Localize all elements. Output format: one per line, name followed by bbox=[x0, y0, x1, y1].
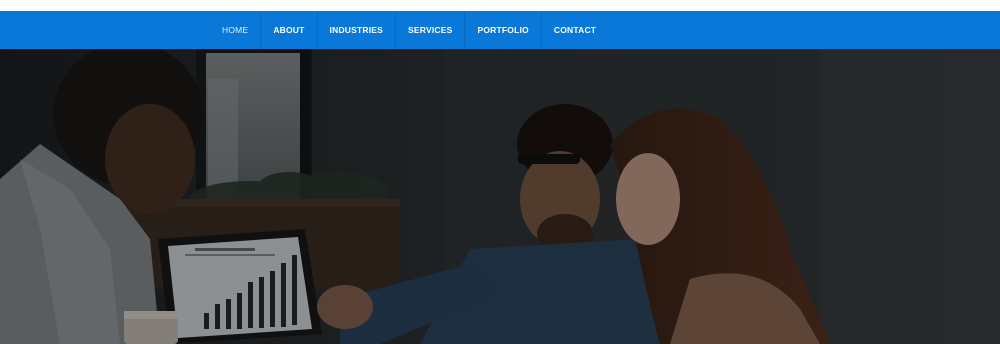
top-strip bbox=[0, 0, 1000, 11]
nav-menu: HOME ABOUT INDUSTRIES SERVICES PORTFOLIO… bbox=[210, 11, 608, 49]
hero-photo-illustration bbox=[0, 49, 1000, 344]
nav-item-home[interactable]: HOME bbox=[210, 11, 262, 49]
nav-item-contact[interactable]: CONTACT bbox=[542, 11, 608, 49]
hero-image bbox=[0, 49, 1000, 344]
nav-item-industries[interactable]: INDUSTRIES bbox=[318, 11, 397, 49]
nav-item-portfolio[interactable]: PORTFOLIO bbox=[465, 11, 542, 49]
main-navbar: HOME ABOUT INDUSTRIES SERVICES PORTFOLIO… bbox=[0, 11, 1000, 49]
nav-item-about[interactable]: ABOUT bbox=[261, 11, 318, 49]
nav-item-services[interactable]: SERVICES bbox=[396, 11, 466, 49]
